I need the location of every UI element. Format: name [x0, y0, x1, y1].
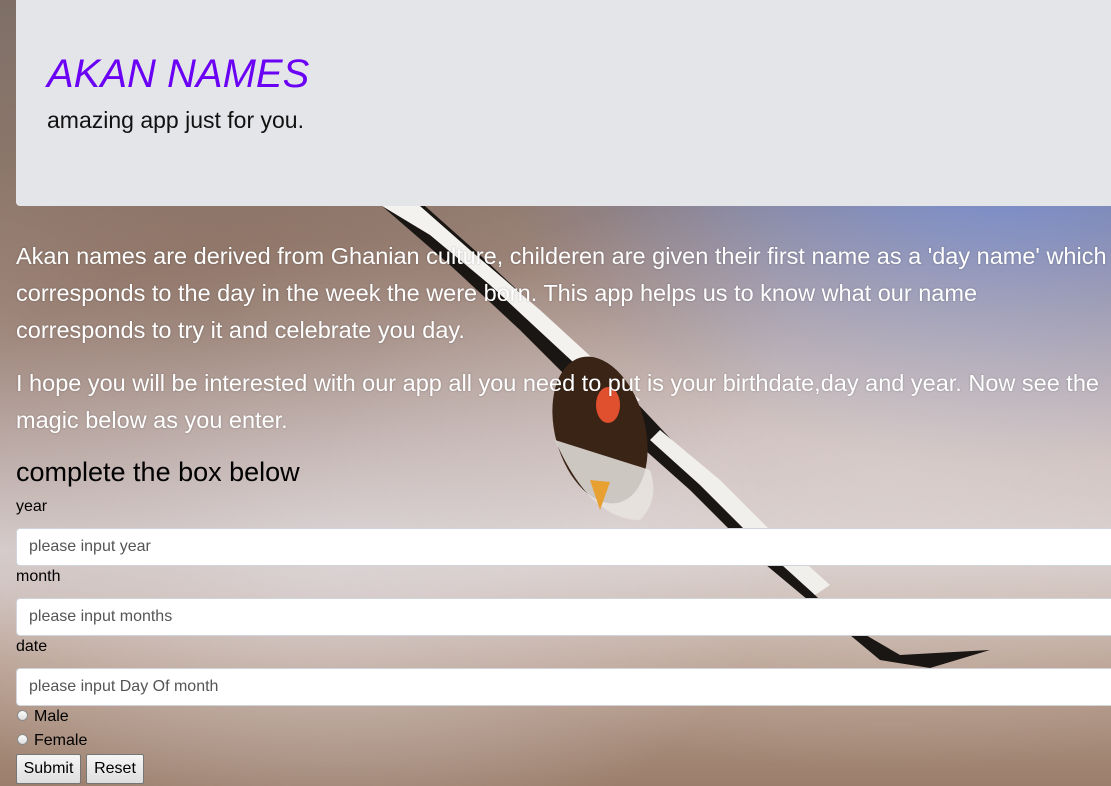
page-title: AKAN NAMES [47, 52, 310, 96]
month-label: month [16, 568, 61, 585]
male-radio[interactable] [17, 709, 28, 721]
intro-paragraph-1: Akan names are derived from Ghanian cult… [16, 243, 1107, 343]
female-radio[interactable] [17, 733, 28, 745]
male-radio-label: Male [34, 708, 69, 725]
page-subtitle: amazing app just for you. [47, 107, 304, 133]
gender-option-male[interactable]: Male [16, 707, 69, 727]
header-jumbotron: AKAN NAMES amazing app just for you. [16, 0, 1111, 206]
female-radio-label: Female [34, 732, 88, 749]
intro-paragraph-2: I hope you will be interested with our a… [16, 370, 1099, 433]
year-input[interactable] [16, 528, 1111, 566]
month-input[interactable] [16, 598, 1111, 636]
reset-button[interactable]: Reset [86, 754, 144, 784]
gender-option-female[interactable]: Female [16, 731, 87, 751]
submit-button[interactable]: Submit [16, 754, 81, 784]
date-label: date [16, 638, 48, 655]
form-heading: complete the box below [16, 457, 300, 487]
date-input[interactable] [16, 668, 1111, 706]
year-label: year [16, 498, 48, 515]
